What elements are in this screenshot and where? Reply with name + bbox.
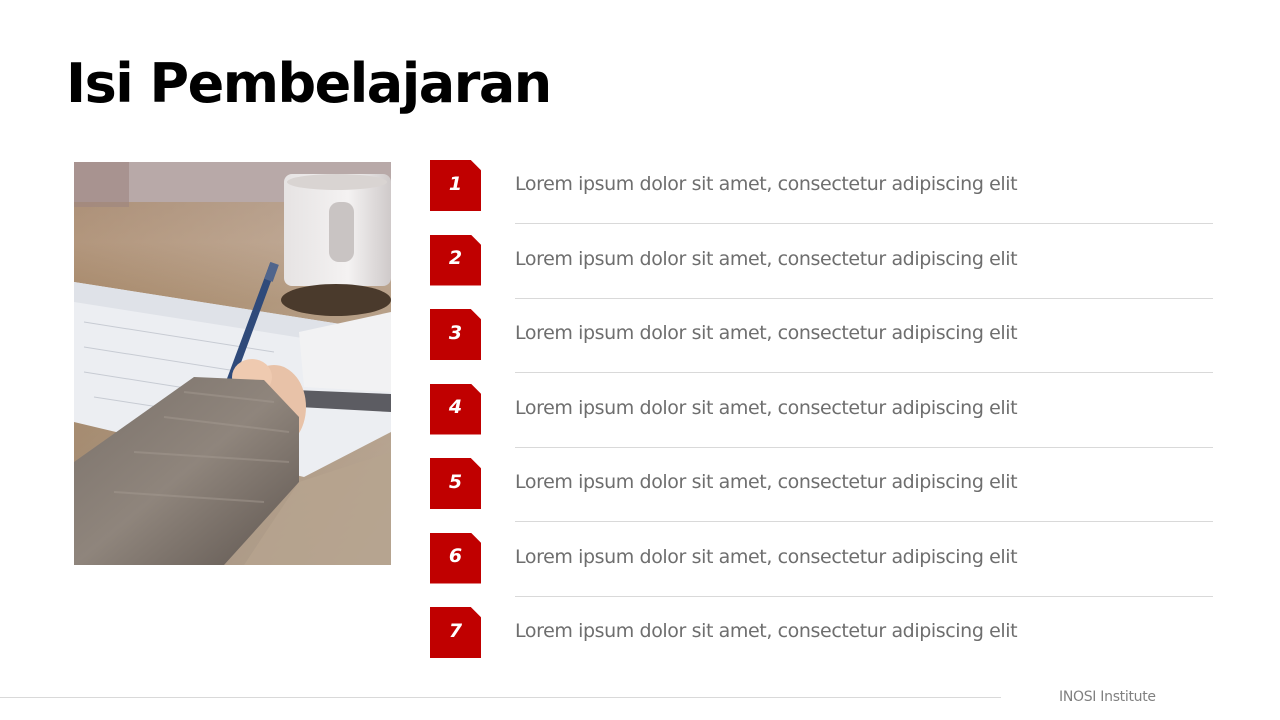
divider bbox=[515, 297, 1213, 299]
writing-hand-photo bbox=[74, 162, 391, 565]
list-item: 3 Lorem ipsum dolor sit amet, consectetu… bbox=[430, 309, 1213, 384]
list-item-text: Lorem ipsum dolor sit amet, consectetur … bbox=[515, 471, 1018, 493]
divider bbox=[515, 446, 1213, 448]
agenda-list: 1 Lorem ipsum dolor sit amet, consectetu… bbox=[430, 160, 1213, 682]
divider bbox=[515, 521, 1213, 522]
divider bbox=[515, 223, 1213, 224]
list-item: 4 Lorem ipsum dolor sit amet, consectetu… bbox=[430, 383, 1213, 459]
list-item-text: Lorem ipsum dolor sit amet, consectetur … bbox=[515, 247, 1018, 270]
list-item: 2 Lorem ipsum dolor sit amet, consectetu… bbox=[430, 234, 1213, 310]
list-item-text: Lorem ipsum dolor sit amet, consectetur … bbox=[515, 173, 1018, 195]
number-badge: 7 bbox=[430, 607, 481, 658]
divider bbox=[515, 372, 1213, 373]
number-badge: 3 bbox=[430, 309, 481, 360]
number-badge: 4 bbox=[430, 383, 481, 435]
number-badge: 2 bbox=[430, 234, 481, 286]
number-badge: 5 bbox=[430, 458, 481, 509]
list-item: 7 Lorem ipsum dolor sit amet, consectetu… bbox=[430, 607, 1213, 682]
list-item-text: Lorem ipsum dolor sit amet, consectetur … bbox=[515, 545, 1018, 568]
list-item: 6 Lorem ipsum dolor sit amet, consectetu… bbox=[430, 532, 1213, 608]
footer-brand: INOSI Institute bbox=[1059, 689, 1156, 705]
divider bbox=[515, 595, 1213, 597]
list-item-text: Lorem ipsum dolor sit amet, consectetur … bbox=[515, 322, 1018, 344]
footer-divider bbox=[0, 697, 1001, 698]
page-title: Isi Pembelajaran bbox=[66, 52, 552, 115]
number-badge: 6 bbox=[430, 532, 481, 584]
list-item-text: Lorem ipsum dolor sit amet, consectetur … bbox=[515, 620, 1018, 642]
list-item: 5 Lorem ipsum dolor sit amet, consectetu… bbox=[430, 458, 1213, 533]
number-badge: 1 bbox=[430, 160, 481, 211]
list-item-text: Lorem ipsum dolor sit amet, consectetur … bbox=[515, 396, 1018, 419]
list-item: 1 Lorem ipsum dolor sit amet, consectetu… bbox=[430, 160, 1213, 235]
